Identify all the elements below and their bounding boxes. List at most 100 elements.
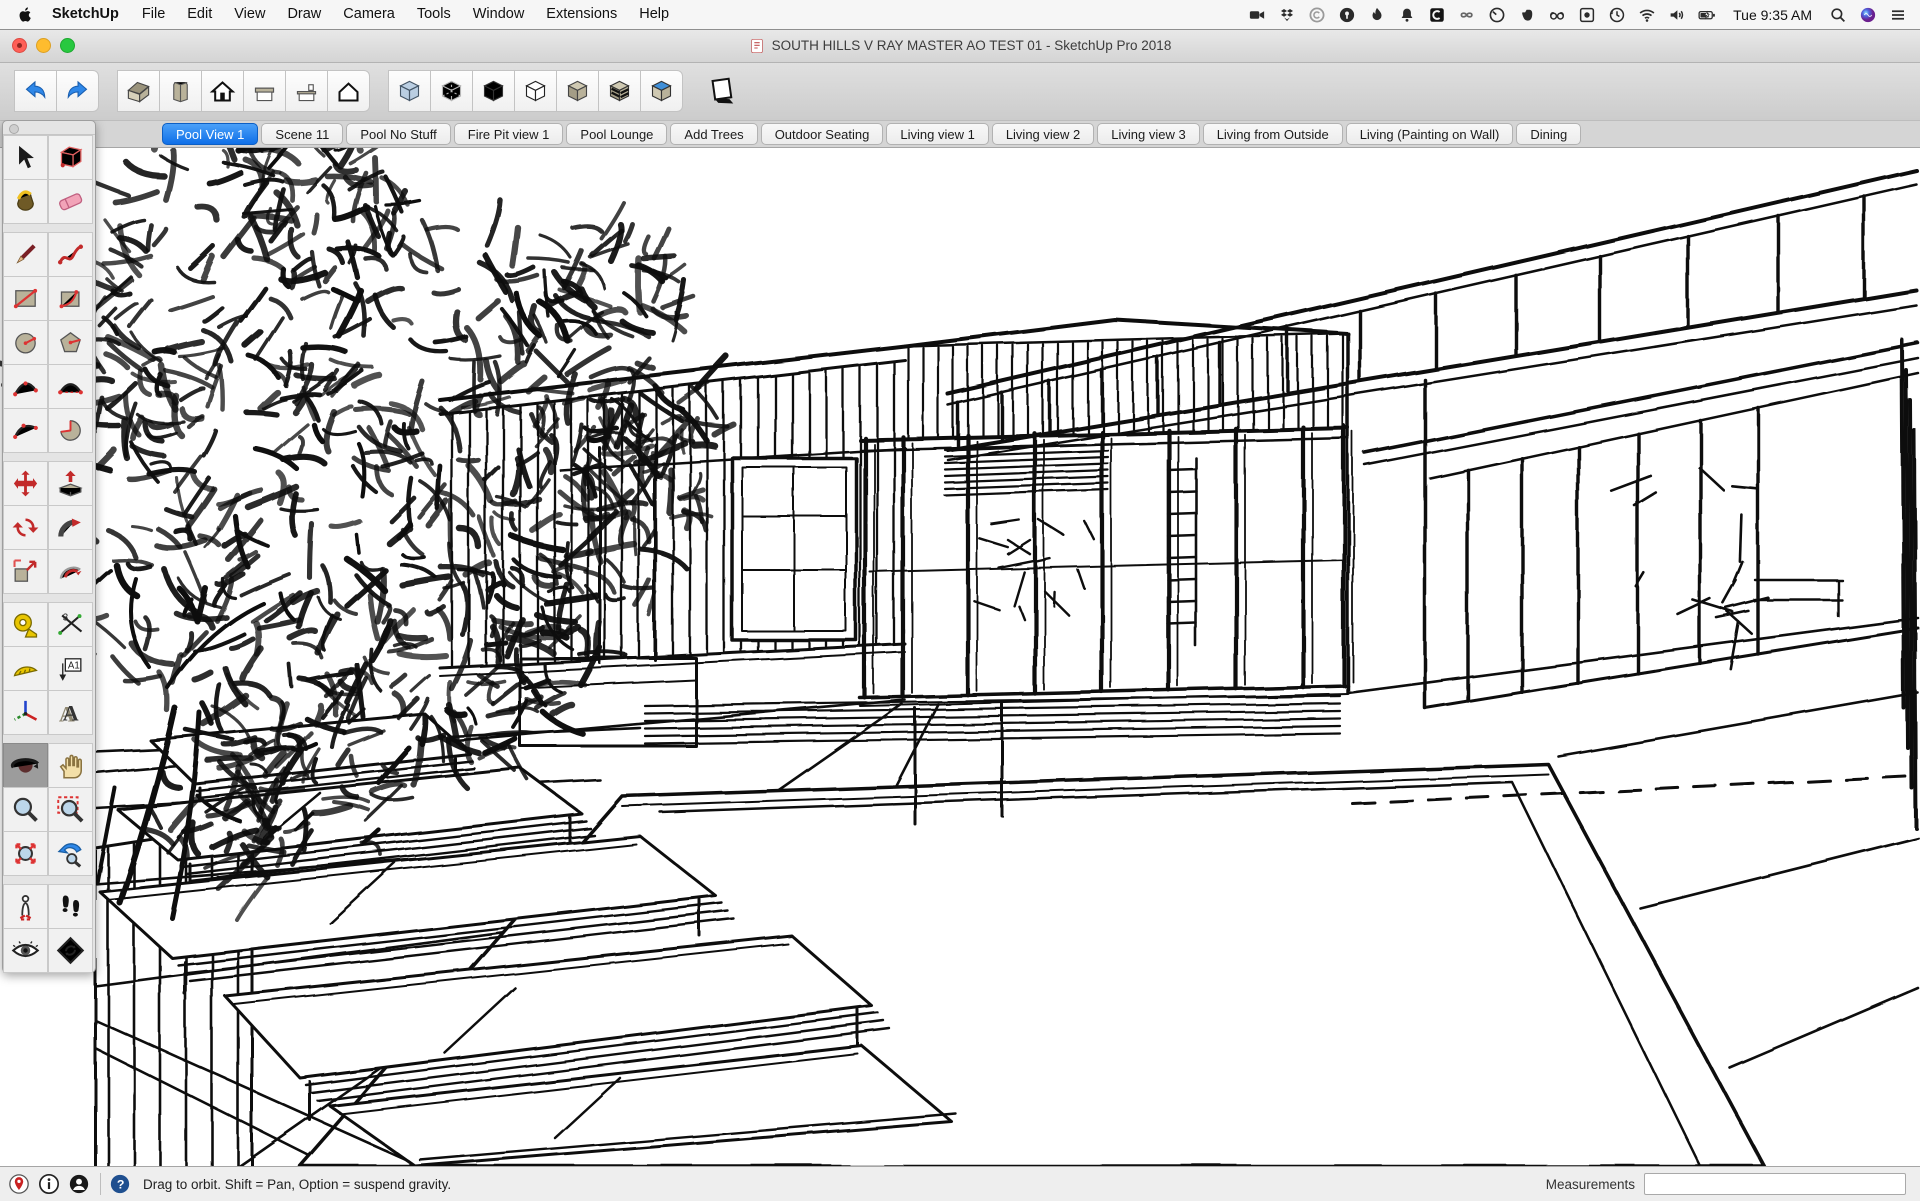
wifi-icon[interactable]: [1635, 4, 1659, 26]
tool-line[interactable]: [2, 231, 48, 277]
menu-item[interactable]: File: [131, 6, 176, 22]
tool-polygon[interactable]: [47, 319, 93, 365]
scene-tab[interactable]: Pool Lounge: [566, 123, 668, 145]
palette-close-icon[interactable]: [9, 124, 19, 134]
tool-scale[interactable]: [2, 548, 48, 594]
scene-tab[interactable]: Living view 2: [991, 123, 1095, 145]
view-top[interactable]: [159, 70, 202, 112]
tool-arc[interactable]: [2, 363, 48, 409]
screen-recording-icon[interactable]: [1575, 4, 1599, 26]
menu-item[interactable]: Draw: [276, 6, 332, 22]
tool-walk[interactable]: [47, 883, 93, 929]
creative-cloud-icon[interactable]: [1305, 4, 1329, 26]
tool-dimensions[interactable]: 3: [47, 601, 93, 647]
model-info-icon[interactable]: [38, 1173, 60, 1195]
tool-tape-measure[interactable]: [2, 601, 48, 647]
shadows-toggle[interactable]: [701, 71, 742, 111]
style-wireframe[interactable]: [472, 70, 515, 112]
glasses-icon[interactable]: [1545, 4, 1569, 26]
volume-icon[interactable]: [1665, 4, 1689, 26]
drawing-canvas[interactable]: [0, 148, 1920, 1166]
scene-tab[interactable]: Fire Pit view 1: [453, 123, 564, 145]
infinity-icon[interactable]: [1455, 4, 1479, 26]
scene-tab[interactable]: Living view 1: [886, 123, 989, 145]
apple-menu-icon[interactable]: [10, 6, 40, 23]
style-shaded[interactable]: [556, 70, 599, 112]
tool-rotate[interactable]: [2, 504, 48, 550]
scene-tab[interactable]: Add Trees: [670, 123, 758, 145]
dropbox-icon[interactable]: [1275, 4, 1299, 26]
scene-tab[interactable]: Outdoor Seating: [760, 123, 884, 145]
siri-icon[interactable]: [1856, 4, 1880, 26]
view-front[interactable]: [201, 70, 244, 112]
tool-zoom-extents[interactable]: [2, 830, 48, 876]
tool-protractor[interactable]: [2, 645, 48, 691]
c-app-icon[interactable]: [1425, 4, 1449, 26]
minimize-button[interactable]: [36, 38, 51, 53]
flame-icon[interactable]: [1365, 4, 1389, 26]
tool-circle[interactable]: [2, 319, 48, 365]
tool-follow-me[interactable]: [47, 504, 93, 550]
style-hidden-line[interactable]: [514, 70, 557, 112]
scene-tab[interactable]: Pool View 1: [162, 123, 259, 145]
geolocation-icon[interactable]: [8, 1173, 30, 1195]
tool-2pt-arc[interactable]: [47, 363, 93, 409]
tool-section-plane[interactable]: [47, 927, 93, 973]
palette-header[interactable]: [3, 121, 95, 135]
style-monochrome[interactable]: [640, 70, 683, 112]
style-shaded-textures[interactable]: [598, 70, 641, 112]
view-iso[interactable]: [117, 70, 160, 112]
style-back-edges[interactable]: [430, 70, 473, 112]
menu-item[interactable]: Edit: [176, 6, 223, 22]
undo-button[interactable]: [14, 70, 57, 112]
menu-item[interactable]: Help: [628, 6, 680, 22]
tool-pan[interactable]: [47, 742, 93, 788]
notification-center-icon[interactable]: [1886, 4, 1910, 26]
app-menu[interactable]: SketchUp: [40, 0, 131, 29]
style-xray[interactable]: [388, 70, 431, 112]
circle-app-icon[interactable]: [1485, 4, 1509, 26]
menu-bar-clock[interactable]: Tue 9:35 AM: [1725, 7, 1820, 23]
tool-eraser[interactable]: [47, 178, 93, 224]
menu-item[interactable]: Extensions: [535, 6, 628, 22]
evernote-icon[interactable]: [1515, 4, 1539, 26]
tool-zoom[interactable]: [2, 786, 48, 832]
tool-offset[interactable]: [47, 548, 93, 594]
zoom-window-button[interactable]: [60, 38, 75, 53]
scene-tab[interactable]: Living view 3: [1097, 123, 1200, 145]
tool-rectangle[interactable]: [2, 275, 48, 321]
scene-tab[interactable]: Scene 11: [261, 123, 344, 145]
tool-position-camera[interactable]: [2, 883, 48, 929]
scene-tab[interactable]: Living from Outside: [1202, 123, 1343, 145]
tool-move[interactable]: [2, 460, 48, 506]
onepassword-icon[interactable]: [1335, 4, 1359, 26]
menu-item[interactable]: View: [223, 6, 276, 22]
tool-look-around[interactable]: [2, 927, 48, 973]
scene-tab[interactable]: Pool No Stuff: [346, 123, 451, 145]
view-left[interactable]: [285, 70, 328, 112]
battery-charging-icon[interactable]: [1695, 4, 1719, 26]
redo-button[interactable]: [56, 70, 99, 112]
tool-zoom-window[interactable]: [47, 786, 93, 832]
tool-select[interactable]: [2, 134, 48, 180]
help-icon[interactable]: ?: [109, 1173, 131, 1195]
notification-bell-icon[interactable]: [1395, 4, 1419, 26]
view-right[interactable]: [327, 70, 370, 112]
tool-make-component[interactable]: [47, 134, 93, 180]
spotlight-search-icon[interactable]: [1826, 4, 1850, 26]
tool-rotated-rectangle[interactable]: [47, 275, 93, 321]
tool-text[interactable]: A1: [47, 645, 93, 691]
credits-user-icon[interactable]: [68, 1173, 90, 1195]
menu-item[interactable]: Window: [462, 6, 536, 22]
menu-item[interactable]: Camera: [332, 6, 406, 22]
scene-tab[interactable]: Dining: [1516, 123, 1582, 145]
tool-pie[interactable]: [47, 407, 93, 453]
tool-axes[interactable]: [2, 689, 48, 735]
menu-item[interactable]: Tools: [406, 6, 462, 22]
tool-3d-text[interactable]: AA: [47, 689, 93, 735]
view-back[interactable]: [243, 70, 286, 112]
scene-tab[interactable]: Living (Painting on Wall): [1345, 123, 1514, 145]
tool-freehand[interactable]: [47, 231, 93, 277]
tool-push-pull[interactable]: [47, 460, 93, 506]
tool-orbit[interactable]: [2, 742, 48, 788]
